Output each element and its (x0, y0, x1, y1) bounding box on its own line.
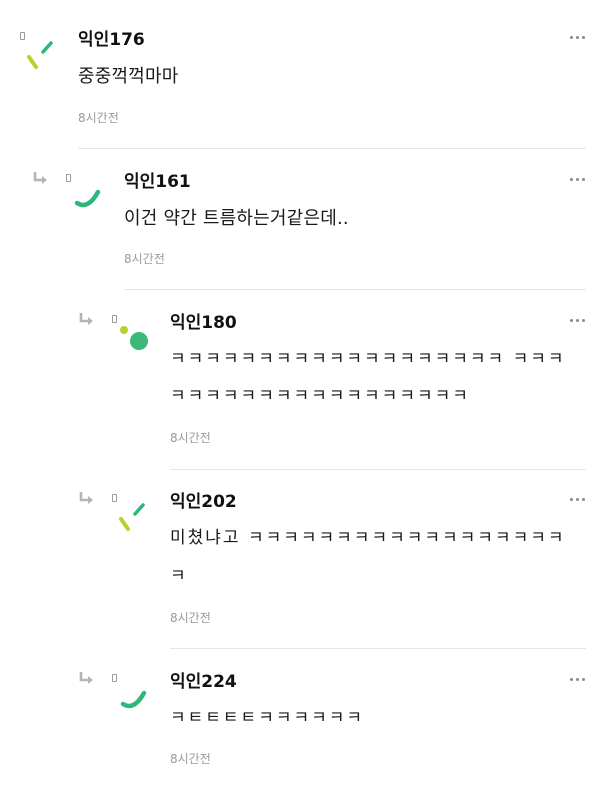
reply-arrow-icon (79, 672, 93, 684)
lime-dash-avatar-icon (119, 503, 145, 531)
green-arc-avatar-icon (74, 189, 101, 208)
comment-text: ㅋㅌㅌㅌㅌㅋㅋㅋㅋㅋㅋ (170, 708, 365, 728)
green-dots-avatar-icon (120, 326, 148, 350)
comment-time: 8시간전 (170, 431, 211, 445)
comment-time: 8시간전 (170, 611, 211, 625)
comment-author[interactable]: 익인161 (124, 172, 191, 192)
comment-text: ㅋ (170, 566, 188, 586)
more-options-icon[interactable] (570, 677, 586, 683)
reply-arrow-icon (79, 492, 93, 504)
comment-text: ㅋㅋㅋㅋㅋㅋㅋㅋㅋㅋㅋㅋㅋㅋㅋㅋㅋㅋㅋ ㅋㅋㅋ (170, 349, 566, 369)
comment-time: 8시간전 (124, 252, 165, 266)
comment-time: 8시간전 (78, 111, 119, 125)
comment-thread: 익인176 중중꺽꺽마마 8시간전 익인161 이건 약간 트름하는거같은데..… (0, 0, 600, 786)
more-options-icon[interactable] (570, 497, 586, 503)
divider (124, 289, 586, 290)
comment-text: 미쳤냐고 ㅋㅋㅋㅋㅋㅋㅋㅋㅋㅋㅋㅋㅋㅋㅋㅋㅋㅋ (170, 528, 566, 548)
comment-author[interactable]: 익인176 (78, 30, 145, 50)
comment-author[interactable]: 익인180 (170, 313, 237, 333)
divider (170, 648, 586, 649)
more-options-icon[interactable] (570, 318, 586, 324)
green-arc-avatar-icon (120, 690, 147, 709)
reply-arrow-icon (79, 313, 93, 325)
divider (78, 148, 586, 149)
comment-text: ㅋㅋㅋㅋㅋㅋㅋㅋㅋㅋㅋㅋㅋㅋㅋㅋㅋ (170, 386, 470, 406)
comment-time: 8시간전 (170, 752, 211, 766)
lime-dash-avatar-icon (27, 41, 53, 69)
more-options-icon[interactable] (570, 35, 586, 41)
more-options-icon[interactable] (570, 177, 586, 183)
comment-text: 중중꺽꺽마마 (78, 66, 179, 87)
comment-text: 이건 약간 트름하는거같은데.. (124, 208, 349, 229)
comment-author[interactable]: 익인224 (170, 672, 237, 692)
reply-arrow-icon (33, 172, 47, 184)
divider (170, 469, 586, 470)
comment-author[interactable]: 익인202 (170, 492, 237, 512)
